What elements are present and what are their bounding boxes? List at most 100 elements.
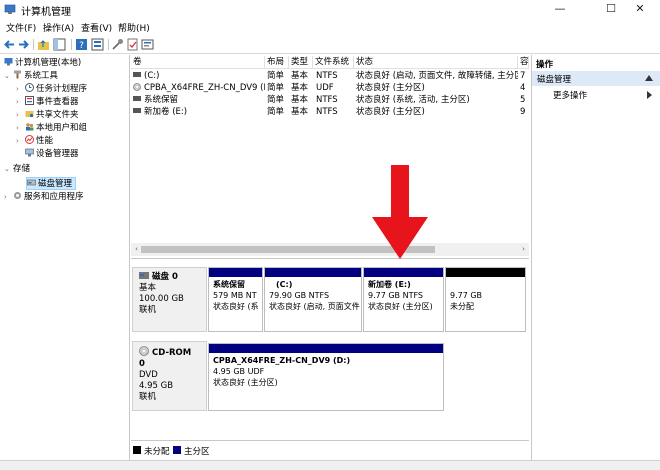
primary-partition-bar [265,268,361,277]
actions-header: 操作 [536,60,554,70]
table-row[interactable]: CPBA_X64FRE_ZH-CN_DV9 (D:) 简单 基本 UDF 状态良… [131,82,529,94]
column-header-volume[interactable]: 卷 [131,56,265,69]
menu-file[interactable]: 文件(F) [6,21,36,34]
expand-arrow-icon[interactable]: › [16,122,25,134]
tree-item-shared-folders[interactable]: › 共享文件夹 [16,109,79,121]
partition-e[interactable]: 新加卷 (E:) 9.77 GB NTFS 状态良好 (主分区) [363,267,444,332]
partition-d[interactable]: CPBA_X64FRE_ZH-CN_DV9 (D:) 4.95 GB UDF 状… [208,343,444,411]
table-row[interactable]: 系统保留 简单 基本 NTFS 状态良好 (系统, 活动, 主分区) 5 [131,94,529,106]
collapse-arrow-icon[interactable]: ⌄ [4,70,13,82]
layout-cell: 简单 [267,71,285,81]
window-title: 计算机管理 [21,7,71,18]
column-header-capacity[interactable]: 容 [518,56,529,69]
properties-icon[interactable] [141,38,154,51]
toolbar-separator [71,39,72,50]
filesystem-cell: NTFS [316,71,338,81]
more-actions-link[interactable]: 更多操作 [553,89,587,101]
status-cell: 状态良好 (主分区) [356,107,425,117]
partition-size: 79.90 GB NTFS [269,291,330,300]
view-icon[interactable] [91,38,104,51]
actions-pane [531,55,660,460]
tree-item-root[interactable]: 计算机管理(本地) [4,57,81,69]
volume-icon [133,108,141,113]
minimize-button[interactable]: — [540,0,580,19]
tree-item-services-apps[interactable]: › 服务和应用程序 [4,191,84,203]
volume-name: 系统保留 [144,95,179,105]
disk-size: 100.00 GB [139,294,184,304]
menu-help[interactable]: 帮助(H) [118,21,150,34]
toolbar-separator [33,39,34,50]
partition-status: 状态良好 (启动, 页面文件 [269,302,360,311]
expand-arrow-icon[interactable]: › [16,96,25,108]
back-arrow-icon[interactable] [3,38,16,51]
submenu-arrow-icon[interactable] [647,91,652,99]
shared-folder-icon [25,111,34,118]
type-cell: 基本 [291,107,309,117]
scroll-left-icon[interactable]: ‹ [132,245,141,254]
status-bar [0,460,660,470]
device-manager-icon [25,148,34,157]
console-tree-icon[interactable] [53,38,66,51]
capacity-cell: 9 [520,107,526,117]
folder-up-icon[interactable] [37,38,50,51]
menu-view[interactable]: 查看(V) [81,21,112,34]
tree-item-system-tools[interactable]: ⌄ 系统工具 [4,70,58,82]
column-header-status[interactable]: 状态 [354,56,518,69]
toolbar-separator [108,39,109,50]
tree-item-device-manager[interactable]: 设备管理器 [25,148,79,160]
close-button[interactable]: ✕ [620,0,660,19]
tree-item-disk-management[interactable]: 磁盘管理 [26,177,76,190]
tree-item-event-viewer[interactable]: › 事件查看器 [16,96,79,108]
expand-arrow-icon[interactable]: › [16,83,25,95]
connect-icon[interactable] [111,38,124,51]
tree-label: 磁盘管理 [38,179,73,189]
primary-partition-bar [364,268,443,277]
table-row[interactable]: (C:) 简单 基本 NTFS 状态良好 (启动, 页面文件, 故障转储, 主分… [131,70,529,82]
legend-unallocated: 未分配 [144,447,170,457]
disk-status: 联机 [139,305,157,315]
expand-arrow-icon[interactable]: › [16,135,25,147]
users-icon [26,123,34,131]
partition-c[interactable]: (C:) 79.90 GB NTFS 状态良好 (启动, 页面文件 [264,267,362,332]
unallocated-bar [446,268,525,277]
partition-size: 9.77 GB [450,291,483,300]
column-header-filesystem[interactable]: 文件系统 [313,56,354,69]
disk-management-icon [27,179,36,186]
tree-label: 存储 [13,164,31,174]
forward-arrow-icon[interactable] [17,38,30,51]
table-row[interactable]: 新加卷 (E:) 简单 基本 NTFS 状态良好 (主分区) 9 [131,106,529,118]
partition-name: 系统保留 [213,280,245,289]
expand-arrow-icon[interactable]: › [16,109,25,121]
partition-name: CPBA_X64FRE_ZH-CN_DV9 (D:) [213,356,351,365]
status-cell: 状态良好 (系统, 活动, 主分区) [356,95,470,105]
cdrom-0-label[interactable]: CD-ROM 0 DVD 4.95 GB 联机 [132,341,207,411]
tools-icon [14,70,21,79]
expand-arrow-icon[interactable]: › [4,191,13,203]
tree-item-task-scheduler[interactable]: › 任务计划程序 [16,83,87,95]
column-header-layout[interactable]: 布局 [265,56,289,69]
type-cell: 基本 [291,83,309,93]
disk-0-label[interactable]: 磁盘 0 基本 100.00 GB 联机 [132,267,207,332]
partition-size: 9.77 GB NTFS [368,291,423,300]
primary-partition-bar [209,344,443,353]
partition-status: 状态良好 (系 [213,302,259,311]
collapse-up-icon[interactable] [645,75,653,81]
tree-item-storage[interactable]: ⌄ 存储 [4,163,30,175]
partition-system-reserved[interactable]: 系统保留 579 MB NT 状态良好 (系 [208,267,263,332]
partition-unallocated[interactable]: 9.77 GB 未分配 [445,267,526,332]
tree-item-local-users[interactable]: › 本地用户和组 [16,122,87,134]
tree-item-performance[interactable]: › 性能 [16,135,53,147]
help-icon[interactable]: ? [75,38,88,51]
menu-action[interactable]: 操作(A) [43,21,74,34]
volume-icon [133,72,141,77]
volume-name: CPBA_X64FRE_ZH-CN_DV9 (D:) [144,83,265,93]
collapse-arrow-icon[interactable]: ⌄ [4,163,13,175]
column-header-type[interactable]: 类型 [289,56,313,69]
volume-name: (C:) [144,71,160,81]
scroll-right-icon[interactable]: › [519,245,528,254]
filesystem-cell: NTFS [316,95,338,105]
primary-swatch [173,446,181,454]
partition-status: 状态良好 (主分区) [213,378,278,387]
checklist-icon[interactable] [126,38,139,51]
event-log-icon [25,96,34,105]
